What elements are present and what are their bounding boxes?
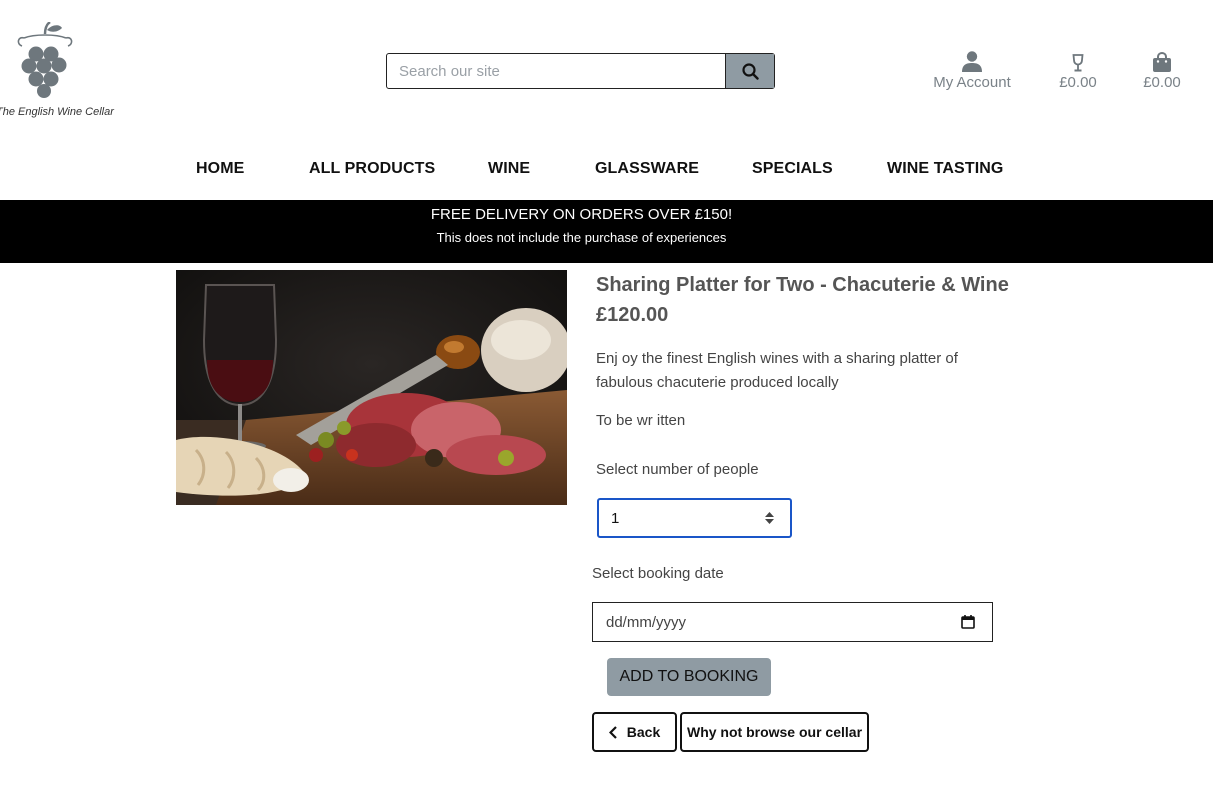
back-button-label: Back (626, 724, 661, 740)
logo-text: The English Wine Cellar (0, 106, 114, 118)
shopping-bag-icon (1153, 52, 1171, 72)
booking-date-value: dd/mm/yyyy (606, 613, 687, 631)
people-quantity-input[interactable]: 1 (597, 498, 792, 538)
search-button[interactable] (725, 54, 774, 88)
nav-item-all-products[interactable]: ALL PRODUCTS (309, 160, 435, 178)
product-title: Sharing Platter for Two - Chacuterie & W… (596, 274, 1009, 296)
nav-item-home[interactable]: HOME (196, 160, 244, 178)
wine-glass-icon (1072, 54, 1084, 72)
nav-item-glassware[interactable]: GLASSWARE (595, 160, 699, 178)
people-label: Select number of people (596, 461, 759, 478)
people-quantity-value: 1 (611, 509, 620, 527)
quantity-spinner[interactable] (762, 512, 776, 524)
wishlist-link[interactable]: £0.00 (1052, 48, 1104, 91)
chevron-up-icon (764, 512, 774, 517)
chevron-left-icon (608, 725, 617, 739)
banner-headline: FREE DELIVERY ON ORDERS OVER £150! (430, 206, 733, 223)
chevron-down-icon (764, 519, 774, 524)
nav-item-specials[interactable]: SPECIALS (752, 160, 833, 178)
booking-date-input[interactable]: dd/mm/yyyy (592, 602, 993, 642)
booking-date-label: Select booking date (592, 565, 724, 582)
search-icon (741, 62, 759, 80)
my-account-link[interactable]: My Account (928, 48, 1016, 91)
bag-total: £0.00 (1143, 74, 1181, 91)
nav-item-wine[interactable]: WINE (488, 160, 530, 178)
delivery-banner: FREE DELIVERY ON ORDERS OVER £150! This … (0, 200, 1213, 263)
nav-item-wine-tasting[interactable]: WINE TASTING (887, 160, 1003, 178)
product-description-extra: To be wr itten (596, 412, 686, 429)
add-to-booking-button[interactable]: ADD TO BOOKING (607, 658, 771, 696)
main-nav: HOME ALL PRODUCTS WINE GLASSWARE SPECIAL… (0, 160, 1213, 184)
banner-subtext: This does not include the purchase of ex… (436, 230, 727, 245)
site-logo[interactable]: The English Wine Cellar (0, 22, 114, 122)
wishlist-total: £0.00 (1059, 74, 1097, 91)
product-price: £120.00 (596, 304, 669, 326)
shopping-bag-link[interactable]: £0.00 (1136, 48, 1188, 91)
browse-cellar-button[interactable]: Why not browse our cellar (680, 712, 869, 752)
grapes-logo-icon (17, 22, 73, 98)
product-image (176, 270, 567, 505)
back-button[interactable]: Back (592, 712, 677, 752)
search-form (386, 53, 775, 89)
user-icon (962, 51, 982, 72)
product-description: Enj oy the finest English wines with a s… (596, 350, 958, 391)
my-account-label: My Account (933, 74, 1011, 91)
search-input[interactable] (387, 54, 725, 88)
calendar-icon[interactable] (961, 615, 975, 629)
